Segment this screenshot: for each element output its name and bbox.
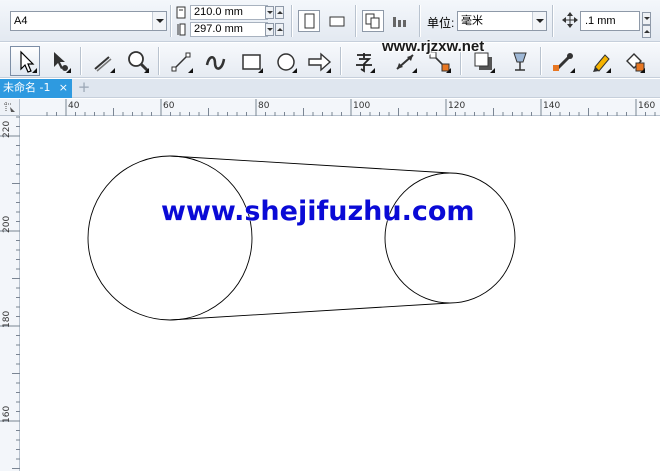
ruler-h-label: 100	[353, 101, 370, 111]
nudge-spin-up[interactable]	[642, 25, 651, 38]
page-height-icon	[177, 23, 186, 36]
fill-tool[interactable]	[618, 46, 648, 76]
canvas-background	[20, 116, 660, 471]
horizontal-ruler-scale: 40 60 80 100 120 140 160	[46, 99, 656, 116]
separator	[170, 5, 171, 37]
transparency-tool[interactable]	[504, 46, 534, 76]
ruler-h-label: 40	[68, 101, 80, 111]
all-pages-button[interactable]	[362, 10, 384, 32]
separator	[355, 5, 356, 37]
outline-pen-tool[interactable]	[584, 46, 614, 76]
vertical-ruler[interactable]: 220 200 180 160	[0, 116, 20, 471]
ruler-v-label: 200	[2, 216, 12, 233]
ruler-v-label: 180	[2, 311, 12, 328]
page-height-field[interactable]: 297.0 mm	[190, 22, 268, 37]
portrait-button[interactable]	[298, 10, 320, 32]
basic-shapes-tool[interactable]	[304, 46, 334, 76]
crop-tool[interactable]	[88, 46, 118, 76]
ruler-v-label: 160	[2, 406, 12, 423]
separator	[552, 5, 553, 37]
ellipse-tool[interactable]	[270, 46, 300, 76]
eyedropper-tool[interactable]	[548, 46, 578, 76]
site-watermark-top: www.rjzxw.net	[382, 38, 485, 55]
current-page-icon	[393, 17, 406, 27]
chevron-down-icon[interactable]	[152, 12, 166, 30]
units-select[interactable]: 毫米	[457, 11, 547, 31]
wine-glass-icon	[513, 52, 527, 71]
width-spin-down[interactable]	[265, 6, 274, 19]
ruler-origin-icon	[4, 102, 15, 112]
ruler-h-label: 120	[448, 101, 465, 111]
curve-icon	[205, 56, 226, 70]
units-value: 毫米	[461, 15, 483, 27]
text-tool[interactable]	[348, 46, 378, 76]
height-spin-down[interactable]	[265, 23, 274, 36]
vertical-ruler-scale: 220 200 180 160	[0, 116, 20, 469]
separator	[158, 47, 159, 75]
page-width-field[interactable]: 210.0 mm	[190, 5, 268, 20]
nudge-value: .1 mm	[585, 15, 616, 27]
separator	[540, 47, 541, 75]
page-width-icon	[176, 6, 186, 19]
separator	[291, 5, 292, 37]
close-icon[interactable]: ×	[59, 79, 68, 97]
page-size-select[interactable]: A4	[10, 11, 167, 31]
ruler-origin[interactable]	[0, 99, 20, 116]
page-width-row: 210.0 mm	[176, 5, 296, 20]
portrait-icon	[304, 13, 315, 29]
nudge-field[interactable]: .1 mm	[580, 11, 640, 31]
ruler-v-label: 220	[2, 121, 12, 138]
toolbox	[0, 43, 660, 78]
pick-tool[interactable]	[10, 46, 40, 76]
document-tab-title: 未命名 -1	[3, 81, 51, 94]
nudge-spin-down[interactable]	[642, 12, 651, 25]
drawing-canvas[interactable]: www.shejifuzhu.com	[20, 116, 660, 471]
add-tab-button[interactable]: +	[76, 79, 92, 97]
chevron-down-icon[interactable]	[532, 12, 546, 30]
zoom-tool[interactable]	[122, 46, 152, 76]
landscape-button[interactable]	[326, 10, 348, 32]
page-size-value: A4	[14, 15, 28, 27]
artistic-media-tool[interactable]	[200, 46, 230, 76]
separator	[419, 5, 420, 37]
page-height-row: 297.0 mm	[176, 22, 296, 37]
freehand-tool[interactable]	[166, 46, 196, 76]
separator	[340, 47, 341, 75]
shape-tool[interactable]	[44, 46, 74, 76]
current-page-button[interactable]	[389, 10, 411, 32]
ruler-h-label: 80	[258, 101, 270, 111]
width-spin-up[interactable]	[275, 6, 284, 19]
ruler-h-label: 60	[163, 101, 175, 111]
document-tab-bar: 未命名 -1 × +	[0, 79, 660, 98]
separator	[80, 47, 81, 75]
landscape-icon	[329, 16, 345, 27]
document-tab[interactable]: 未命名 -1 ×	[0, 79, 72, 98]
nudge-icon	[562, 12, 578, 28]
height-spin-up[interactable]	[275, 23, 284, 36]
all-pages-icon	[365, 13, 380, 29]
horizontal-ruler[interactable]: 40 60 80 100 120 140 160	[20, 99, 660, 116]
ruler-h-label: 160	[638, 101, 655, 111]
ruler-h-label: 140	[543, 101, 560, 111]
canvas-watermark: www.shejifuzhu.com	[161, 196, 475, 227]
units-label: 单位:	[427, 16, 455, 30]
property-bar: A4 210.0 mm 297.0 mm 单位: 毫米 .1 mm	[0, 0, 660, 42]
rectangle-tool[interactable]	[236, 46, 266, 76]
